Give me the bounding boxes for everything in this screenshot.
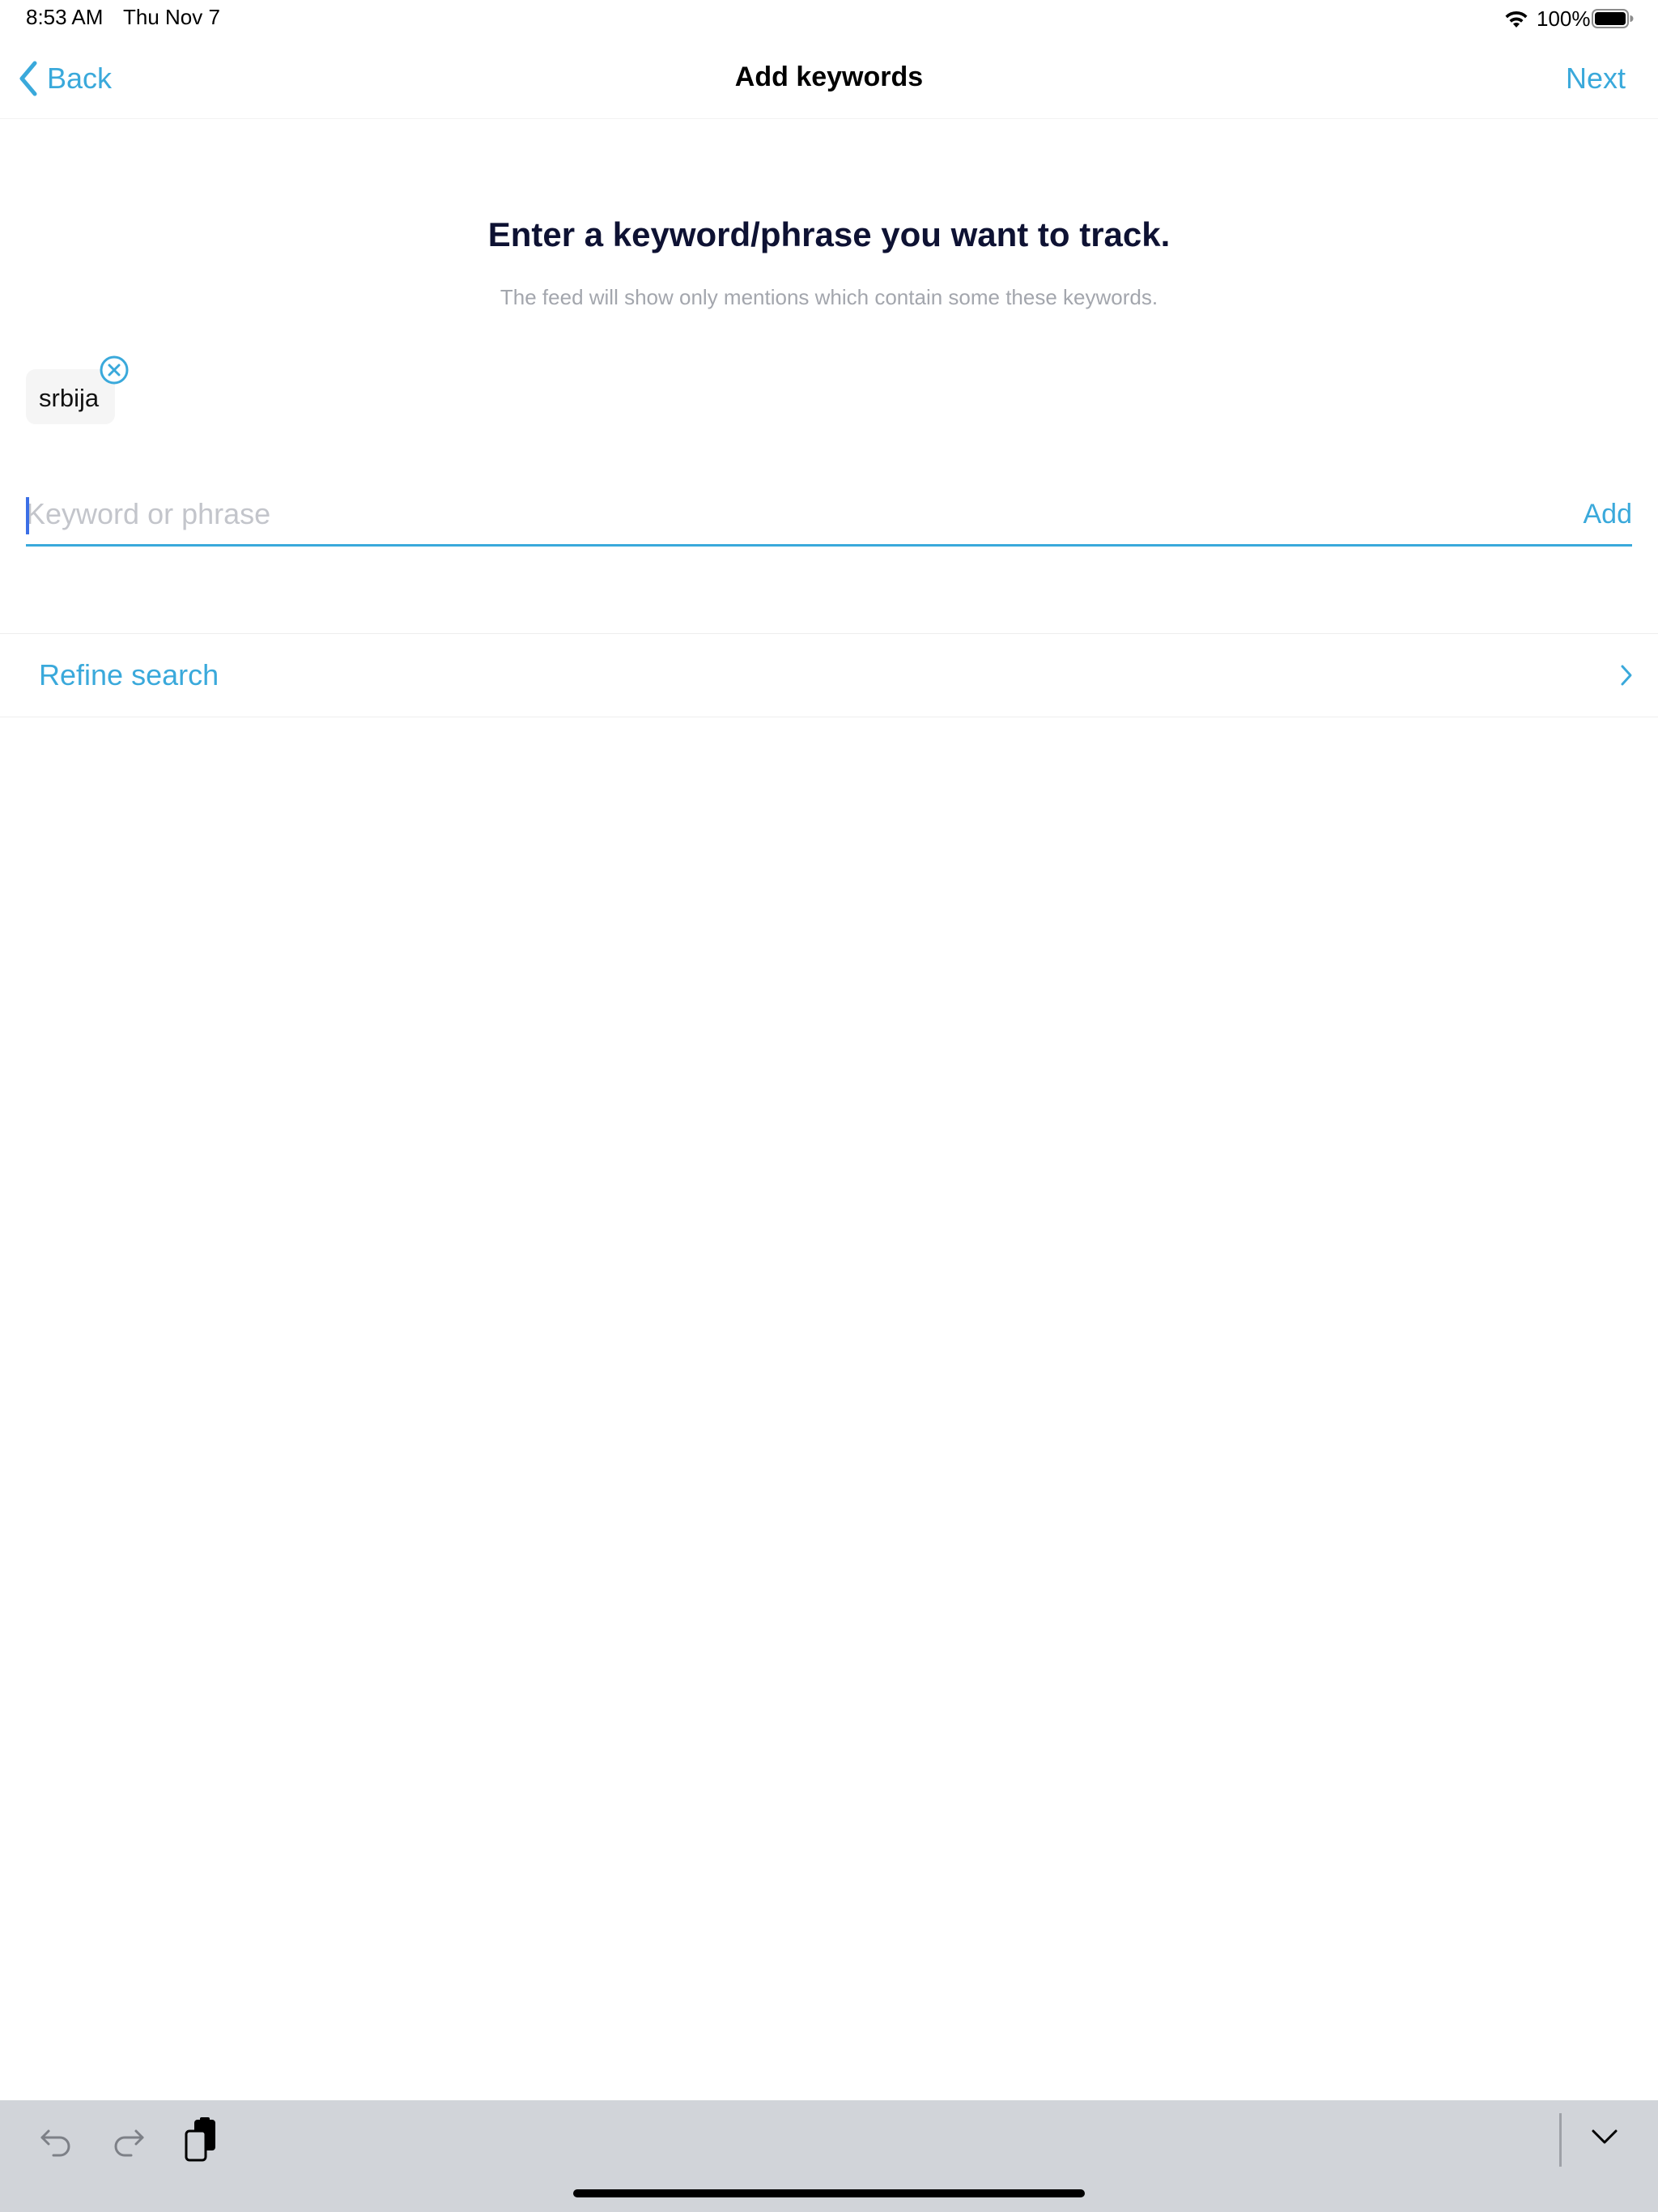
keyword-input[interactable]	[26, 491, 1564, 538]
subline: The feed will show only mentions which c…	[500, 285, 1158, 309]
status-date: Thu Nov 7	[123, 5, 220, 29]
refine-search-row[interactable]: Refine search	[0, 633, 1658, 717]
keyboard-bar-divider	[1559, 2113, 1562, 2167]
battery-percent: 100%	[1537, 6, 1591, 31]
chevron-down-icon[interactable]	[1588, 2125, 1621, 2149]
navigation-bar: Back Add keywords Next	[0, 39, 1658, 119]
status-time: 8:53 AM	[26, 5, 104, 29]
battery-full-icon	[1592, 9, 1634, 28]
page-title: Add keywords	[734, 62, 924, 92]
undo-icon[interactable]	[37, 2121, 74, 2159]
close-circle-icon[interactable]	[99, 355, 130, 385]
wifi-icon	[1505, 11, 1528, 28]
redo-icon[interactable]	[110, 2121, 147, 2159]
add-button[interactable]: Add	[1584, 499, 1633, 530]
text-caret	[26, 497, 29, 534]
status-bar: 8:53 AM Thu Nov 7 100%	[0, 0, 1658, 39]
keyboard-shortcut-bar	[0, 2100, 1658, 2212]
refine-search-label: Refine search	[39, 658, 219, 691]
headline: Enter a keyword/phrase you want to track…	[487, 215, 1171, 253]
paste-icon[interactable]	[181, 2116, 222, 2163]
keyword-input-row: Add	[26, 486, 1632, 547]
home-indicator	[573, 2189, 1085, 2197]
keyword-chip-label: srbija	[39, 384, 100, 412]
next-button[interactable]: Next	[1566, 62, 1626, 96]
chevron-right-icon	[1621, 665, 1632, 686]
